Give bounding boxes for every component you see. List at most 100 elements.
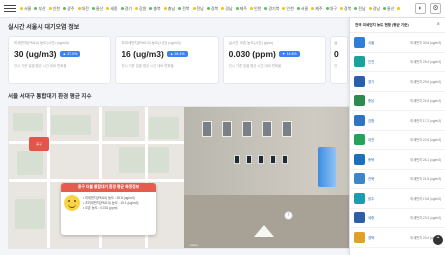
sidebar-item-label: 충북 [368, 157, 375, 162]
status-dot-icon [354, 7, 358, 10]
region-name: 충북 [153, 5, 161, 11]
stat-subtext: 전시 기준 일별 평균 시간 대비 변화율 [14, 64, 67, 68]
region-item[interactable]: 부산 [397, 6, 400, 12]
region-item[interactable]: 대전 [77, 5, 89, 12]
region-name: 광주 [67, 5, 75, 11]
region-item[interactable]: 경기 [120, 6, 132, 12]
sidebar-item-value: 미세먼지 17.2 (ug/m3) [410, 118, 441, 123]
region-logo-icon [354, 36, 365, 48]
region-name: 충남 [167, 5, 176, 11]
region-name: 경남 [225, 5, 233, 11]
region-item[interactable]: 경남 [368, 6, 380, 12]
change-badge: ▼ 14.6% [278, 51, 300, 57]
region-logo-icon [354, 114, 365, 126]
status-dot-icon [282, 7, 286, 10]
sidebar-item[interactable]: 서울 미세먼지 30.8 (ug/m3) [350, 33, 445, 53]
region-item[interactable]: 경북 [206, 5, 219, 12]
status-dot-icon [383, 7, 387, 10]
status-dot-icon [325, 7, 329, 10]
region-name: 대전 [81, 5, 89, 11]
change-badge: ▲ 37.0% [59, 51, 81, 57]
map-view[interactable]: 중구 중구 더블 통합대기 환경 평균 측정정보 • 미세먼지(PM10) 농도… [9, 107, 184, 248]
window [282, 121, 292, 137]
region-name: 전남 [196, 5, 204, 11]
region-item[interactable]: 제주 [235, 6, 247, 12]
region-item[interactable]: 전북 [178, 6, 190, 12]
region-name: 대구 [329, 5, 337, 11]
sidebar-item-value: 미세먼지 25.4 (ug/m3) [410, 60, 441, 65]
sidebar-item[interactable]: 대전 미세먼지 22.6 (ug/m3) [350, 131, 445, 150]
region-item[interactable]: 대구 [325, 5, 337, 12]
region-item[interactable]: 강원 [135, 6, 146, 12]
sidebar-item[interactable]: 세종 미세먼지 23.3 (ug/m3) [350, 209, 445, 228]
region-logo-icon [354, 173, 365, 185]
region-name: 울산 [387, 5, 395, 11]
region-logo-icon [354, 56, 365, 68]
sidebar-item-value: 미세먼지 24.9 (ug/m3) [410, 99, 441, 104]
region-list: 서울 미세먼지 30.8 (ug/m3) 인천 미세먼지 25.4 (ug/m3) 경기… [350, 33, 445, 248]
scroll-top-button[interactable]: ⌃ [433, 235, 443, 245]
menu-icon[interactable] [4, 3, 16, 15]
map-marker[interactable]: 중구 [29, 137, 49, 151]
sidebar-item[interactable]: 강원 미세먼지 17.2 (ug/m3) [350, 111, 445, 131]
region-item[interactable]: 부산 [34, 6, 46, 12]
sidebar-item[interactable]: 전북 미세먼지 21.5 (ug/m3) [350, 170, 445, 189]
sidebar-item[interactable]: 경기 미세먼지 29.6 (ug/m3) [350, 72, 445, 92]
sidebar-item-value: 미세먼지 23.3 (ug/m3) [410, 216, 441, 221]
window [222, 121, 232, 137]
sidebar-item[interactable]: 인천 미세먼지 25.4 (ug/m3) [350, 53, 445, 72]
map-block [15, 199, 45, 229]
region-item[interactable]: 인천 [282, 6, 294, 12]
region-item[interactable]: 인천 [250, 6, 261, 12]
sidebar-item[interactable]: 충남 미세먼지 24.9 (ug/m3) [350, 92, 445, 111]
status-dot-icon [106, 7, 110, 10]
sidebar-item-label: 인천 [368, 60, 375, 65]
sidebar-item-label: 대전 [368, 138, 375, 143]
region-item[interactable]: 광주 [63, 5, 75, 12]
region-item[interactable]: 인천 [48, 6, 60, 12]
stat-subtext: 전시 기준 일별 평균 시간 대비 변화율 [228, 64, 282, 68]
stat-value: 16 (ug/m3) [121, 49, 164, 59]
top-icons: ◐ ⚙ [415, 3, 441, 14]
region-item[interactable]: 경기북 [264, 6, 279, 12]
region-item[interactable]: 세종 [106, 6, 118, 12]
status-dot-icon [296, 7, 300, 10]
sidebar-item-value: 미세먼지 22.6 (ug/m3) [410, 138, 441, 143]
region-logo-icon [354, 231, 365, 243]
status-dot-icon [77, 7, 81, 10]
settings-icon[interactable]: ⚙ [430, 3, 441, 14]
region-name: 서울 [24, 5, 32, 11]
compass-icon[interactable]: ↑ [284, 211, 293, 220]
region-name: 제주 [315, 5, 323, 11]
region-item[interactable]: 경남 [221, 5, 233, 12]
sidebar-item[interactable]: 경북 미세먼지 20.4 (ug/m3) [350, 228, 445, 248]
region-item[interactable]: 경북 [339, 6, 351, 12]
status-dot-icon [48, 7, 52, 10]
poster [234, 155, 240, 164]
status-dot-icon [311, 7, 315, 10]
map-block [105, 111, 139, 137]
popup-line: • 초미세먼지(PM2.5) 농도 : 19.1 (ug/m3) [83, 200, 139, 205]
region-logo-icon [354, 192, 365, 204]
sidebar-item[interactable]: 광주 미세먼지 19.8 (ug/m3) [350, 189, 445, 209]
blue-kiosk [318, 147, 336, 187]
github-icon[interactable]: ◐ [415, 3, 426, 14]
region-item[interactable]: 울산 [91, 6, 103, 12]
region-item[interactable]: 충남 [163, 5, 176, 12]
region-item[interactable]: 서울 [296, 6, 308, 12]
region-item[interactable]: 울산 [383, 6, 394, 12]
region-name: 경북 [210, 5, 219, 11]
stat-label: 실 [333, 41, 338, 45]
region-item[interactable]: 제주 [311, 5, 323, 12]
region-item[interactable]: 전남 [354, 6, 366, 12]
sidebar-item-value: 미세먼지 21.5 (ug/m3) [410, 177, 441, 182]
region-item[interactable]: 충북 [149, 5, 161, 12]
nav-arrow-icon[interactable] [254, 225, 274, 237]
window [242, 121, 252, 137]
sidebar-item[interactable]: 충북 미세먼지 26.1 (ug/m3) [350, 150, 445, 170]
region-item[interactable]: 전남 [192, 5, 204, 12]
close-icon[interactable]: × [436, 22, 440, 28]
region-item[interactable]: 서울 [20, 6, 31, 12]
sidebar-item-value: 미세먼지 26.1 (ug/m3) [410, 157, 441, 162]
map-info-popup: 중구 더블 통합대기 환경 평균 측정정보 • 미세먼지(PM10) 농도 : … [61, 183, 156, 235]
